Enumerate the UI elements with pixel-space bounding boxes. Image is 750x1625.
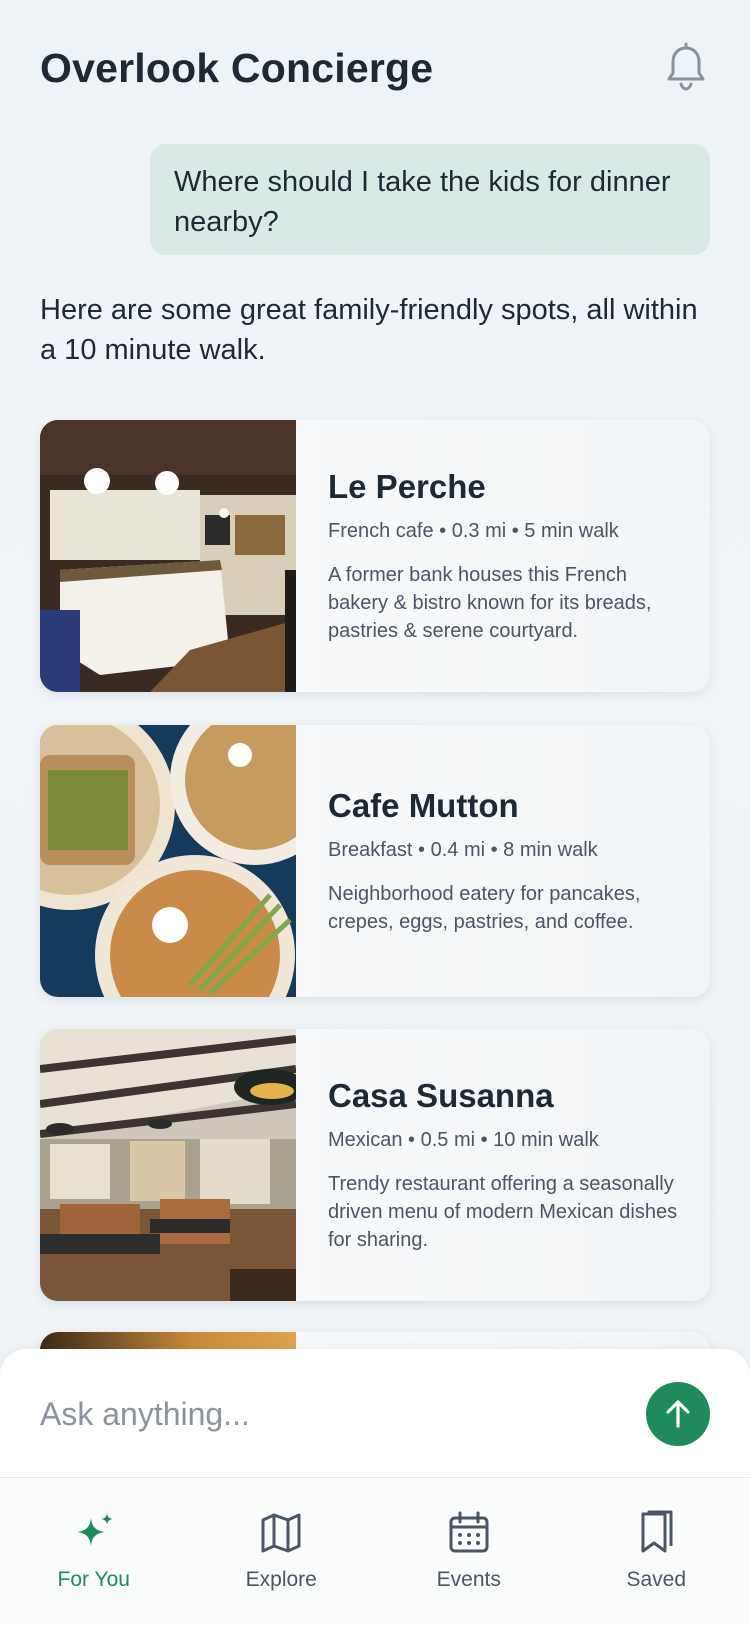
- restaurant-photo-le-perche: [40, 420, 296, 692]
- card-body: Le Perche French cafe • 0.3 mi • 5 min w…: [328, 420, 680, 692]
- bottom-tab-bar: For You Explore Events Saved: [0, 1477, 750, 1625]
- restaurant-name: Casa Susanna: [328, 1077, 680, 1115]
- user-message-bubble: Where should I take the kids for dinner …: [150, 144, 710, 255]
- restaurant-photo-casa-susanna: [40, 1029, 296, 1301]
- bell-icon[interactable]: [662, 42, 710, 94]
- tab-label: Events: [437, 1568, 501, 1592]
- tab-for-you[interactable]: For You: [0, 1478, 188, 1625]
- result-card-cafe-mutton[interactable]: Cafe Mutton Breakfast • 0.4 mi • 8 min w…: [40, 725, 710, 997]
- restaurant-meta: Mexican • 0.5 mi • 10 min walk: [328, 1129, 680, 1152]
- restaurant-name: Le Perche: [328, 468, 680, 506]
- send-button[interactable]: [646, 1382, 710, 1446]
- tab-events[interactable]: Events: [375, 1478, 563, 1625]
- arrow-up-icon: [661, 1397, 695, 1431]
- card-body: Cafe Mutton Breakfast • 0.4 mi • 8 min w…: [328, 725, 680, 997]
- tab-label: Saved: [626, 1568, 686, 1592]
- restaurant-meta: French cafe • 0.3 mi • 5 min walk: [328, 520, 680, 543]
- ask-input[interactable]: [40, 1389, 600, 1439]
- restaurant-description: A former bank houses this French bakery …: [328, 561, 680, 645]
- sparkle-icon: [71, 1510, 117, 1556]
- tab-label: For You: [58, 1568, 130, 1592]
- result-card-casa-susanna[interactable]: Casa Susanna Mexican • 0.5 mi • 10 min w…: [40, 1029, 710, 1301]
- calendar-icon: [446, 1510, 492, 1556]
- header: Overlook Concierge: [40, 38, 710, 98]
- card-body: Casa Susanna Mexican • 0.5 mi • 10 min w…: [328, 1029, 680, 1301]
- result-card-le-perche[interactable]: Le Perche French cafe • 0.3 mi • 5 min w…: [40, 420, 710, 692]
- bookmarks-icon: [633, 1510, 679, 1556]
- tab-saved[interactable]: Saved: [563, 1478, 750, 1625]
- assistant-message: Here are some great family-friendly spot…: [40, 290, 700, 370]
- restaurant-description: Neighborhood eatery for pancakes, crepes…: [328, 880, 680, 936]
- app-title: Overlook Concierge: [40, 38, 710, 98]
- restaurant-description: Trendy restaurant offering a seasonally …: [328, 1170, 680, 1254]
- chat-composer: [0, 1349, 750, 1477]
- tab-label: Explore: [246, 1568, 317, 1592]
- map-icon: [258, 1510, 304, 1556]
- restaurant-meta: Breakfast • 0.4 mi • 8 min walk: [328, 839, 680, 862]
- restaurant-photo-cafe-mutton: [40, 725, 296, 997]
- tab-explore[interactable]: Explore: [188, 1478, 376, 1625]
- restaurant-name: Cafe Mutton: [328, 787, 680, 825]
